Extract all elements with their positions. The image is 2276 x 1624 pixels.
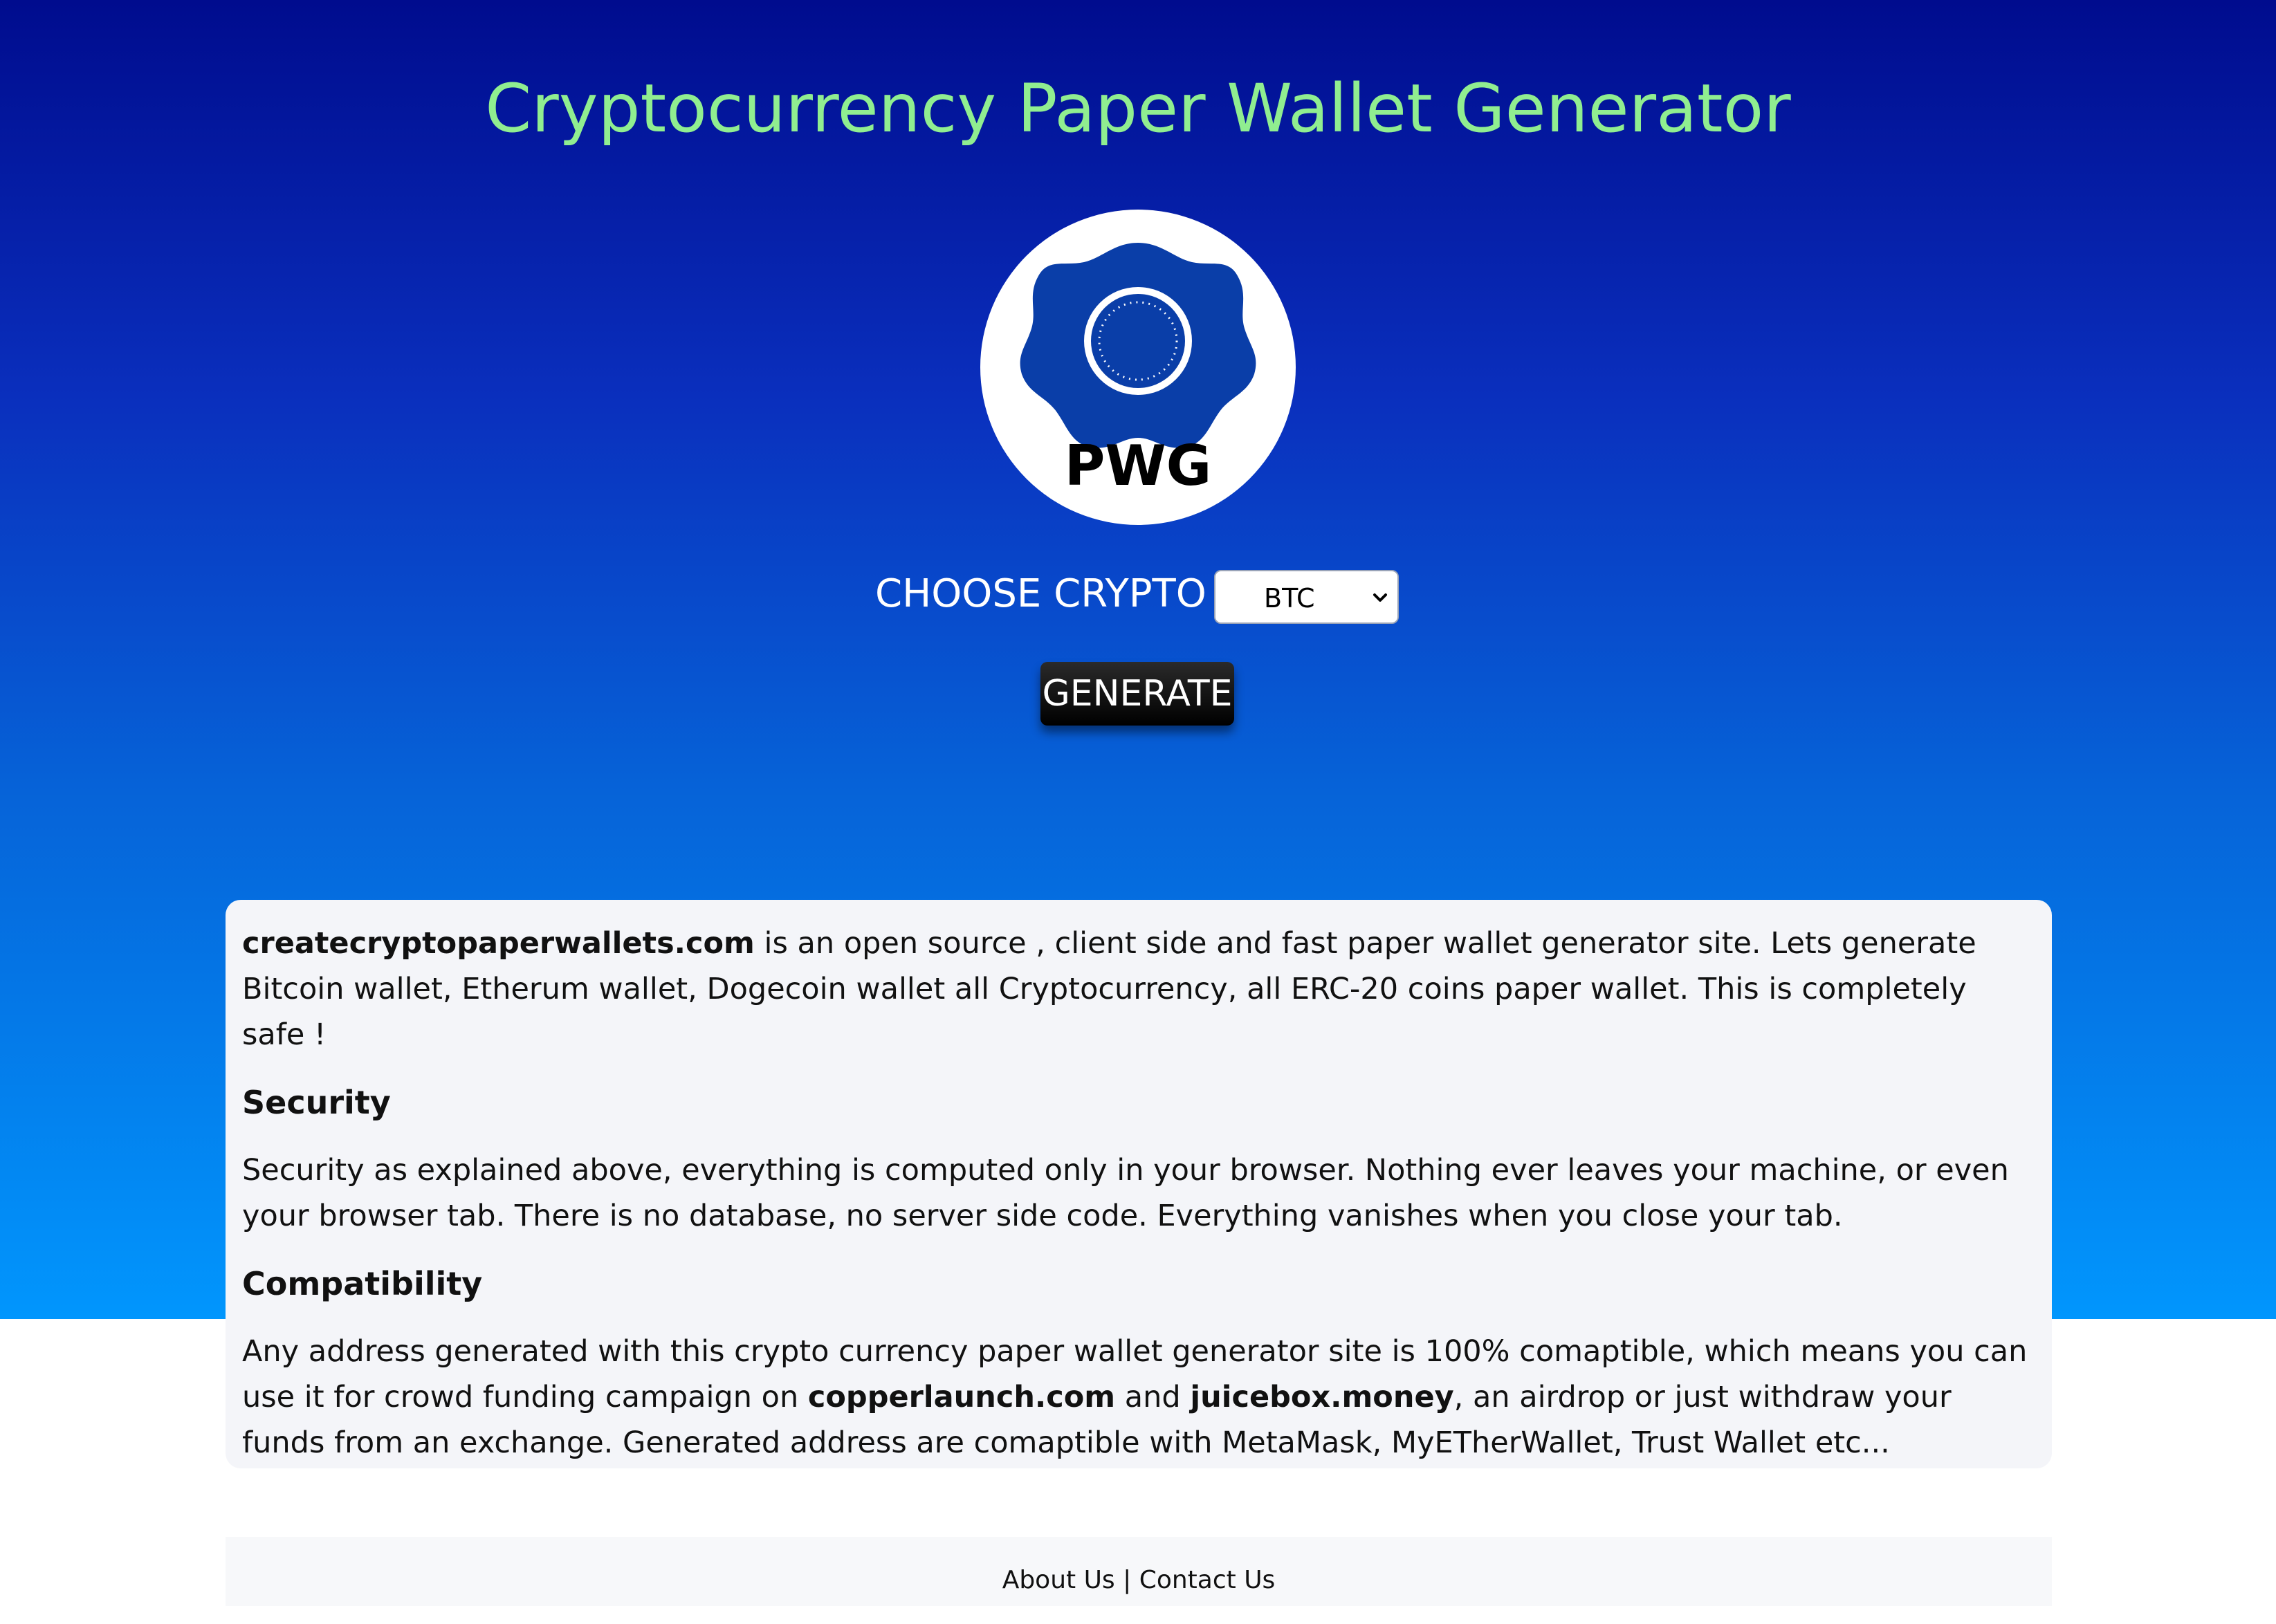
generate-button[interactable]: GENERATE <box>1040 662 1234 726</box>
crypto-chooser-row: CHOOSE CRYPTO BTC <box>0 564 2276 626</box>
site-name: createcryptopaperwallets.com <box>242 926 755 961</box>
choose-crypto-label: CHOOSE CRYPTO <box>875 571 1206 616</box>
compatibility-paragraph: Any address generated with this crypto c… <box>242 1329 2035 1466</box>
footer: About Us | Contact Us <box>226 1537 2052 1606</box>
contact-us-link[interactable]: Contact Us <box>1139 1566 1276 1594</box>
pwg-logo: PWG <box>980 210 1296 525</box>
juicebox-link: juicebox.money <box>1190 1380 1454 1414</box>
logo-text: PWG <box>1065 434 1212 498</box>
chevron-down-icon <box>1373 593 1387 602</box>
compatibility-heading: Compatibility <box>242 1265 483 1302</box>
compat-and: and <box>1115 1380 1191 1414</box>
footer-separator: | <box>1114 1566 1139 1594</box>
info-card: createcryptopaperwallets.com is an open … <box>226 900 2052 1468</box>
wallet-seal-icon: PWG <box>1020 243 1256 498</box>
security-heading: Security <box>242 1084 391 1121</box>
crypto-select-value: BTC <box>1264 583 1315 613</box>
crypto-select[interactable]: BTC <box>1214 570 1399 624</box>
page-title: Cryptocurrency Paper Wallet Generator <box>485 70 1791 147</box>
copperlaunch-link: copperlaunch.com <box>807 1380 1116 1414</box>
security-paragraph: Security as explained above, everything … <box>242 1153 2009 1233</box>
intro-paragraph: createcryptopaperwallets.com is an open … <box>242 921 2035 1058</box>
about-us-link[interactable]: About Us <box>1002 1566 1115 1594</box>
